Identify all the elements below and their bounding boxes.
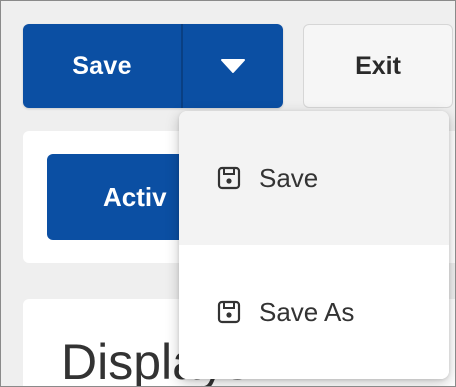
caret-down-icon bbox=[221, 59, 245, 73]
save-dropdown-menu: Save Save As bbox=[179, 111, 449, 379]
floppy-disk-icon bbox=[217, 300, 241, 324]
menu-item-label: Save As bbox=[259, 296, 355, 327]
exit-button[interactable]: Exit bbox=[303, 24, 453, 108]
menu-item-save[interactable]: Save bbox=[179, 111, 449, 245]
menu-item-save-as[interactable]: Save As bbox=[179, 245, 449, 379]
floppy-disk-icon bbox=[217, 166, 241, 190]
save-dropdown-toggle[interactable] bbox=[183, 24, 283, 108]
window: Save Exit Activ Displays 1 / 150 Save bbox=[0, 0, 456, 387]
menu-item-label: Save bbox=[259, 162, 319, 193]
save-split-button: Save bbox=[23, 24, 283, 108]
save-button[interactable]: Save bbox=[23, 24, 181, 108]
